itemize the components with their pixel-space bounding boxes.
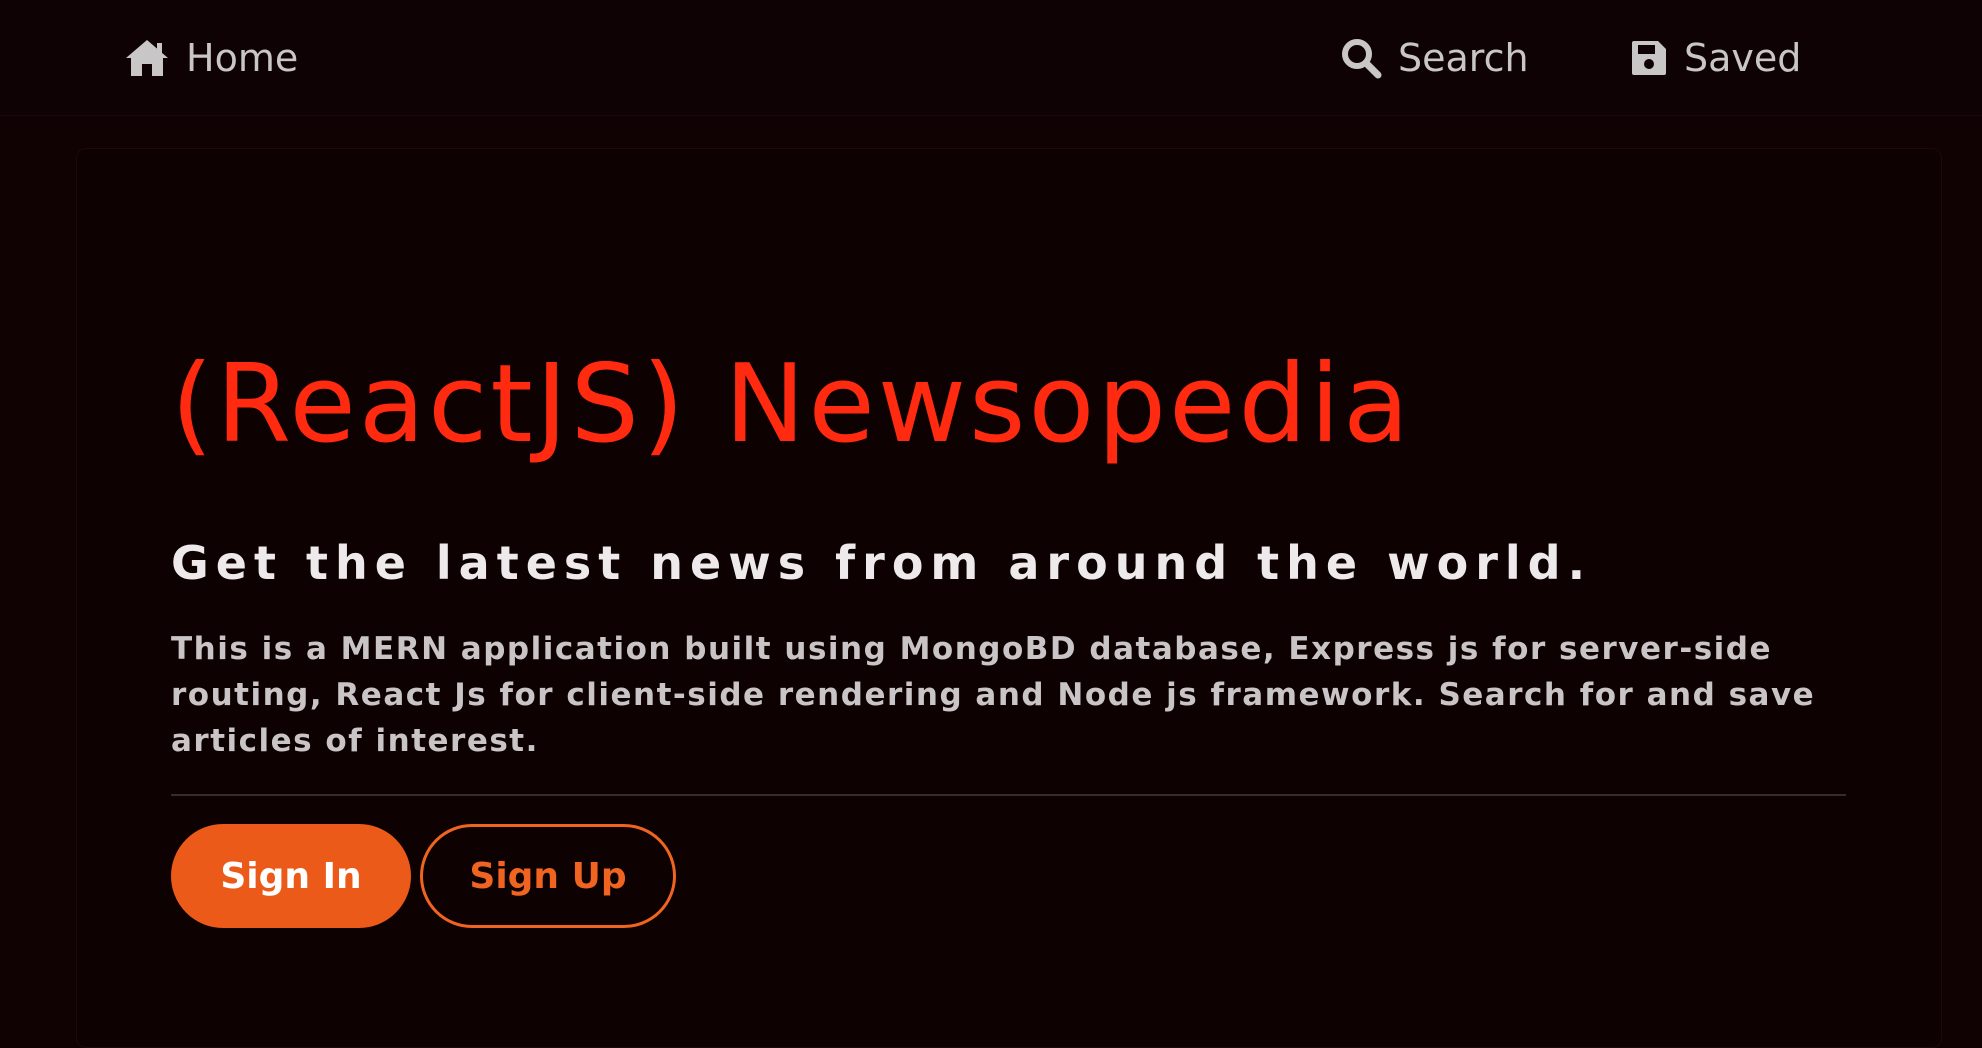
nav-saved-label: Saved bbox=[1684, 36, 1802, 80]
divider bbox=[171, 794, 1846, 796]
search-icon bbox=[1340, 37, 1382, 79]
nav-home-label: Home bbox=[186, 36, 299, 80]
nav-search-label: Search bbox=[1398, 36, 1529, 80]
home-icon bbox=[124, 38, 170, 78]
hero-subtitle: Get the latest news from around the worl… bbox=[171, 536, 1593, 590]
hero-description: This is a MERN application built using M… bbox=[171, 631, 1816, 759]
nav-saved-link[interactable]: Saved bbox=[1630, 0, 1801, 116]
page-title: (ReactJS) Newsopedia bbox=[171, 342, 1413, 467]
save-icon bbox=[1630, 39, 1668, 77]
nav-home-link[interactable]: Home bbox=[124, 0, 298, 116]
nav-search-link[interactable]: Search bbox=[1340, 0, 1529, 116]
sign-up-button[interactable]: Sign Up bbox=[420, 824, 676, 928]
sign-in-button[interactable]: Sign In bbox=[171, 824, 411, 928]
navbar: Home Search Saved bbox=[0, 0, 1982, 116]
